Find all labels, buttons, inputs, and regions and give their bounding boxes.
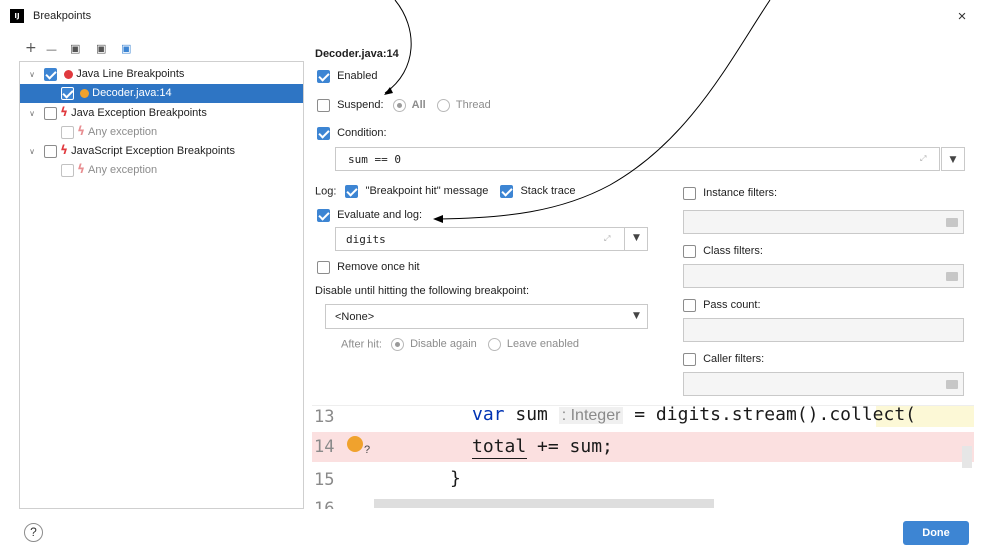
annotation-arrows xyxy=(384,0,771,223)
